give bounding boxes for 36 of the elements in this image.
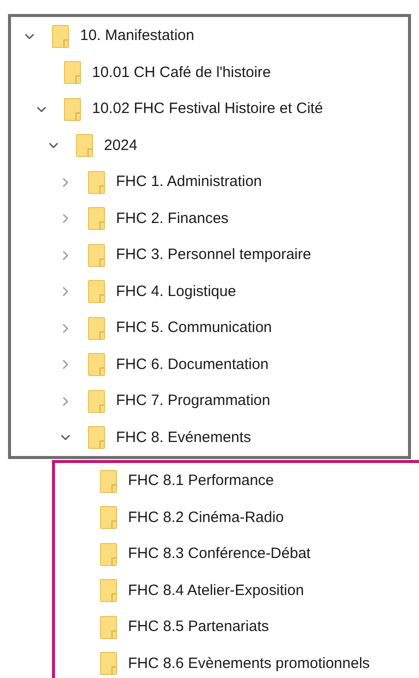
folder-icon xyxy=(88,316,105,340)
folder-icon xyxy=(100,470,117,493)
folder-name[interactable]: FHC 8.2 Cinéma-Radio xyxy=(128,506,284,529)
folder-icon xyxy=(88,244,105,267)
folder-name[interactable]: FHC 1. Administration xyxy=(116,171,262,194)
folder-icon xyxy=(64,61,81,84)
folder-icon xyxy=(64,98,81,121)
folder-name[interactable]: FHC 8.1 Performance xyxy=(128,470,274,492)
folder-icon xyxy=(52,24,69,48)
folder-name[interactable]: FHC 8.6 Evènements promotionnels xyxy=(128,652,370,675)
folder-name[interactable]: 10. Manifestation xyxy=(80,25,194,48)
folder-name[interactable]: 10.02 FHC Festival Histoire et Cité xyxy=(92,98,323,120)
folder-icon xyxy=(88,170,105,194)
folder-icon xyxy=(100,652,117,676)
folder-name[interactable]: FHC 8. Evénements xyxy=(116,426,252,449)
folder-name[interactable]: FHC 3. Personnel temporaire xyxy=(116,244,312,266)
folder-name[interactable]: FHC 5. Communication xyxy=(116,317,272,340)
folder-icon xyxy=(88,280,105,304)
folder-icon xyxy=(100,616,117,639)
folder-name[interactable]: 10.01 CH Café de l'histoire xyxy=(92,62,271,84)
folder-name[interactable]: FHC 7. Programmation xyxy=(116,390,270,412)
folder-icon xyxy=(76,134,93,158)
folder-name[interactable]: 2024 xyxy=(104,134,138,157)
folder-icon xyxy=(100,506,117,530)
folder-icon xyxy=(88,390,105,413)
folder-icon xyxy=(88,426,105,450)
folder-icon xyxy=(100,579,117,602)
folder-name[interactable]: FHC 8.5 Partenariats xyxy=(128,616,269,638)
folder-name[interactable]: FHC 8.3 Conférence-Débat xyxy=(128,543,311,566)
folder-name[interactable]: FHC 8.4 Atelier-Exposition xyxy=(128,580,304,602)
folder-name[interactable]: FHC 6. Documentation xyxy=(116,354,269,376)
folder-icon xyxy=(100,542,117,566)
folder-name[interactable]: FHC 4. Logistique xyxy=(116,280,236,303)
folder-name[interactable]: FHC 2. Finances xyxy=(116,208,229,230)
folder-icon xyxy=(88,353,105,376)
folder-icon xyxy=(88,207,105,230)
